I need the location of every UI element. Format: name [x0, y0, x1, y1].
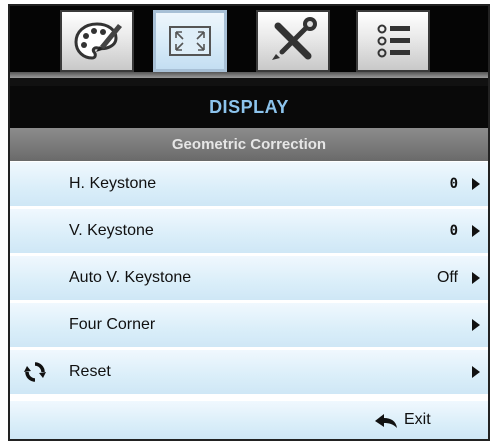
- exit-row[interactable]: Exit: [10, 401, 488, 439]
- menu-item-value: 0: [449, 176, 458, 192]
- menu-subtitle: Geometric Correction: [10, 128, 488, 161]
- list-menu-icon: [377, 24, 410, 58]
- menu-item-reset[interactable]: Reset: [10, 350, 488, 397]
- tab-image[interactable]: [60, 10, 134, 72]
- tools-icon: [272, 17, 317, 60]
- exit-label: Exit: [404, 411, 431, 428]
- menu-item-h-keystone[interactable]: H. Keystone 0: [10, 162, 488, 209]
- menu-title: DISPLAY: [10, 86, 488, 128]
- chevron-right-icon: [472, 272, 480, 284]
- menu-item-four-corner[interactable]: Four Corner: [10, 303, 488, 350]
- chevron-right-icon: [472, 366, 480, 378]
- tab-options[interactable]: [356, 10, 430, 72]
- tab-setup[interactable]: [256, 10, 330, 72]
- menu-item-auto-v-keystone[interactable]: Auto V. Keystone Off: [10, 256, 488, 303]
- menu-item-label: V. Keystone: [69, 222, 154, 239]
- menu-item-label: Reset: [69, 363, 111, 380]
- display-screen-icon: [169, 26, 211, 56]
- menu-item-v-keystone[interactable]: V. Keystone 0: [10, 209, 488, 256]
- osd-menu-window: DISPLAY Geometric Correction H. Keystone…: [8, 4, 490, 441]
- header-gap: [10, 78, 488, 86]
- tab-display[interactable]: [153, 10, 227, 72]
- chevron-right-icon: [472, 225, 480, 237]
- menu-item-label: Auto V. Keystone: [69, 269, 192, 286]
- palette-icon: [74, 22, 122, 60]
- return-arrow-icon: [375, 414, 397, 428]
- tab-bar: [10, 6, 488, 78]
- chevron-right-icon: [472, 319, 480, 331]
- chevron-right-icon: [472, 178, 480, 190]
- menu-item-label: H. Keystone: [69, 175, 157, 192]
- reset-icon: [24, 362, 46, 382]
- menu-item-label: Four Corner: [69, 316, 156, 333]
- menu-item-value: Off: [436, 269, 458, 286]
- menu-item-value: 0: [449, 223, 458, 239]
